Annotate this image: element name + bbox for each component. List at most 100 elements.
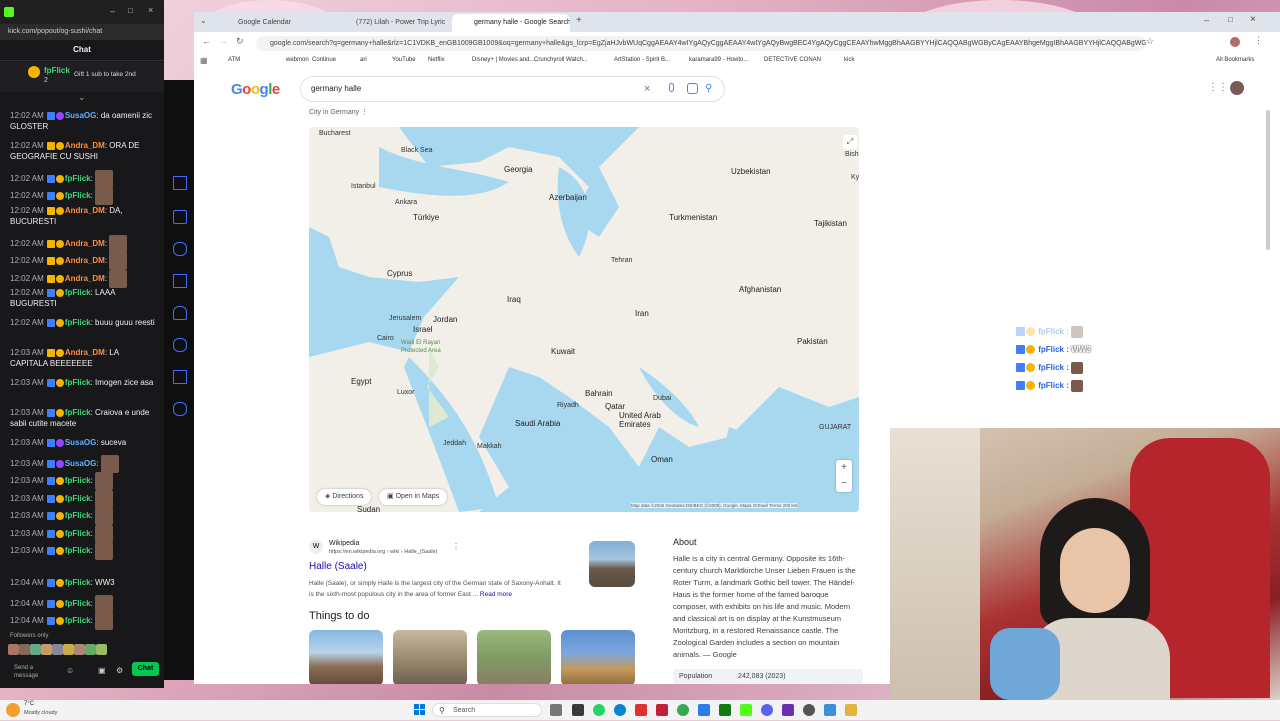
- map-terms-link[interactable]: Terms: [769, 503, 781, 508]
- message-username[interactable]: fpFlick: [65, 288, 91, 297]
- search-icon[interactable]: ⚲: [705, 77, 712, 101]
- flame-icon[interactable]: [173, 306, 187, 320]
- message-username[interactable]: fpFlick: [65, 511, 91, 520]
- directions-button[interactable]: ◈ Directions: [317, 489, 372, 505]
- all-bookmarks-link[interactable]: All Bookmarks: [1216, 57, 1254, 63]
- profile-avatar-icon[interactable]: [1230, 37, 1240, 47]
- message-username[interactable]: fpFlick: [65, 546, 91, 555]
- task-view-icon[interactable]: [550, 704, 562, 716]
- message-username[interactable]: Andra_DM: [65, 256, 105, 265]
- obs-icon[interactable]: [782, 704, 794, 716]
- attraction-card-museum[interactable]: [393, 630, 467, 684]
- app-red-icon[interactable]: [635, 704, 647, 716]
- bookmark-item[interactable]: Crunchyroll Watch...: [534, 57, 588, 63]
- wiki-more-icon[interactable]: ⋮: [452, 542, 460, 551]
- edge-icon[interactable]: [614, 704, 626, 716]
- message-username[interactable]: fpFlick: [65, 494, 91, 503]
- pinned-gift-banner[interactable]: fpFlick 2 Gift 1 sub to take 2nd: [0, 62, 164, 92]
- reload-icon[interactable]: ↻: [236, 36, 244, 47]
- attraction-card-zoo[interactable]: [477, 630, 551, 684]
- shield-icon[interactable]: [173, 210, 187, 224]
- chat-send-button[interactable]: Chat: [132, 662, 159, 676]
- whatsapp-icon[interactable]: [593, 704, 605, 716]
- fullscreen-icon[interactable]: ⤢: [843, 135, 857, 149]
- google-apps-icon[interactable]: ⋮⋮: [1208, 82, 1228, 93]
- google-map[interactable]: ⤢ Bucharest Black Sea Georgia Istanbul Ankar…: [309, 127, 859, 512]
- user-icon[interactable]: [173, 242, 187, 256]
- message-username[interactable]: SusaOG: [65, 459, 97, 468]
- message-username[interactable]: Andra_DM: [65, 239, 105, 248]
- about-source-link[interactable]: — Google: [703, 650, 737, 659]
- epic-games-icon[interactable]: [572, 704, 584, 716]
- tab-google-search[interactable]: germany halle - Google Search: [452, 14, 570, 32]
- xbox-icon[interactable]: [719, 704, 731, 716]
- message-username[interactable]: fpFlick: [65, 476, 91, 485]
- search-query[interactable]: germany halle: [311, 84, 361, 93]
- bookmark-item[interactable]: DETECTIVE CONAN: [764, 57, 821, 63]
- message-username[interactable]: fpFlick: [65, 191, 91, 200]
- chrome-icon[interactable]: [677, 704, 689, 716]
- bookmark-item[interactable]: webmon: [286, 57, 309, 63]
- google-search-box[interactable]: germany halle × ⚲: [300, 76, 725, 102]
- bookmark-item[interactable]: Continue: [312, 57, 336, 63]
- voice-search-icon[interactable]: [669, 83, 674, 92]
- message-username[interactable]: Andra_DM: [65, 274, 105, 283]
- forward-icon[interactable]: →: [219, 36, 228, 46]
- open-in-maps-button[interactable]: ▣ Open in Maps: [379, 489, 448, 505]
- message-username[interactable]: fpFlick: [65, 616, 91, 625]
- wiki-title-link[interactable]: Halle (Saale): [309, 561, 367, 572]
- message-username[interactable]: fpFlick: [65, 378, 91, 387]
- bookmark-item[interactable]: Disney+ | Movies and...: [472, 57, 534, 63]
- weather-icon[interactable]: [6, 703, 20, 717]
- attraction-card-building[interactable]: [561, 630, 635, 684]
- more-options-icon[interactable]: ⋮: [361, 109, 368, 116]
- new-tab-icon[interactable]: +: [576, 15, 582, 26]
- bookmark-star-icon[interactable]: ☆: [1146, 36, 1154, 47]
- attraction-card-castle[interactable]: [309, 630, 383, 684]
- page-scrollbar[interactable]: [1266, 110, 1270, 250]
- zoom-out-button[interactable]: −: [836, 476, 852, 492]
- windows-start-icon[interactable]: [414, 703, 426, 715]
- message-username[interactable]: fpFlick: [65, 174, 91, 183]
- bookmark-item[interactable]: Netflix: [428, 57, 445, 63]
- message-username[interactable]: SusaOG: [65, 111, 97, 120]
- profile-icon[interactable]: [173, 402, 187, 416]
- message-username[interactable]: fpFlick: [65, 318, 91, 327]
- settings-gear-icon[interactable]: ⚙: [116, 666, 123, 675]
- message-username[interactable]: fpFlick: [65, 599, 91, 608]
- bookmark-item[interactable]: kick: [844, 57, 854, 63]
- window-minimize-icon[interactable]: –: [1204, 15, 1209, 25]
- tab-youtube-lyric[interactable]: (772) Lilah - Power Trip Lyric: [334, 14, 452, 32]
- window-maximize-icon[interactable]: □: [1228, 15, 1233, 24]
- minimize-icon[interactable]: –: [110, 6, 115, 16]
- message-username[interactable]: fpFlick: [65, 529, 91, 538]
- message-username[interactable]: fpFlick: [65, 408, 91, 417]
- lens-search-icon[interactable]: [687, 83, 698, 94]
- puzzle-icon[interactable]: [173, 370, 187, 384]
- halle-thumbnail[interactable]: [589, 541, 635, 587]
- app-bird-icon[interactable]: [824, 704, 836, 716]
- app-yellow-icon[interactable]: [845, 704, 857, 716]
- message-username[interactable]: Andra_DM: [65, 141, 105, 150]
- tab-search-icon[interactable]: ⌄: [200, 16, 207, 25]
- bookmark-item[interactable]: ari: [360, 57, 367, 63]
- emote-bar[interactable]: [8, 644, 158, 656]
- send-message-input[interactable]: Send a message: [14, 664, 38, 680]
- emote-picker-icon[interactable]: ☺: [66, 666, 74, 675]
- bookmark-item[interactable]: ATM: [228, 57, 240, 63]
- chat-window-titlebar[interactable]: – □ ×: [0, 0, 164, 24]
- bookmark-item[interactable]: YouTube: [392, 57, 416, 63]
- google-logo[interactable]: Google: [231, 81, 280, 98]
- mask-icon[interactable]: [173, 274, 187, 288]
- message-username[interactable]: Andra_DM: [65, 206, 105, 215]
- message-username[interactable]: Andra_DM: [65, 348, 105, 357]
- discord-icon[interactable]: [761, 704, 773, 716]
- tab-google-calendar[interactable]: Google Calendar: [216, 14, 334, 32]
- bookmark-item[interactable]: ArtStation - Spirit B...: [614, 57, 670, 63]
- app-blue-icon[interactable]: [698, 704, 710, 716]
- controller-icon[interactable]: [173, 338, 187, 352]
- grid-icon[interactable]: [173, 176, 187, 190]
- gift-menu-icon[interactable]: ▣: [98, 666, 106, 675]
- clear-search-icon[interactable]: ×: [644, 77, 650, 101]
- maximize-icon[interactable]: □: [128, 6, 133, 15]
